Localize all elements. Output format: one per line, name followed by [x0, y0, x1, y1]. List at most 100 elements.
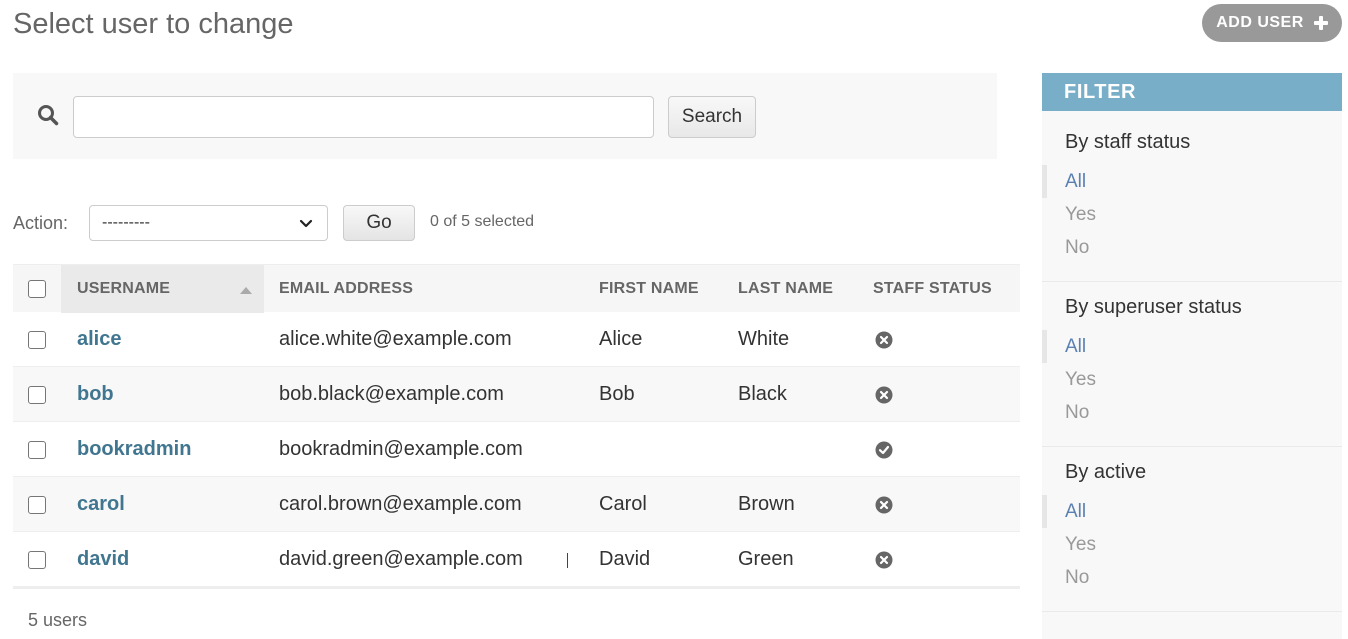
filter-option-no[interactable]: No	[1042, 561, 1342, 594]
last-name: Brown	[738, 493, 795, 515]
username-link-cell: david	[77, 532, 129, 587]
table-row: bob bob.black@example.com Bob Black	[13, 367, 1020, 422]
email-address: david.green@example.com	[279, 548, 523, 570]
column-header-staff-status[interactable]: STAFF STATUS	[873, 265, 992, 313]
sort-asc-icon[interactable]	[240, 287, 252, 294]
search-input[interactable]	[73, 96, 654, 138]
row-checkbox[interactable]	[28, 550, 46, 569]
action-label: Action:	[13, 212, 69, 233]
search-toolbar: Search	[13, 73, 997, 159]
table-body: alice alice.white@example.com Alice White bo…	[13, 312, 1020, 587]
column-label: EMAIL ADDRESS	[279, 280, 414, 297]
username-link-cell: bookradmin	[77, 422, 191, 477]
first-name: Bob	[599, 383, 635, 405]
email-address: bob.black@example.com	[279, 383, 504, 405]
add-user-button[interactable]: ADD USER	[1202, 4, 1342, 42]
filter-option-no[interactable]: No	[1042, 231, 1342, 264]
row-select-cell	[13, 312, 61, 367]
page-title: Select user to change	[13, 8, 294, 40]
first-name: Alice	[599, 328, 643, 350]
last-name-cell: Brown	[738, 477, 795, 532]
staff-status-cell	[875, 367, 893, 422]
first-name: Carol	[599, 493, 647, 515]
username-link[interactable]: bob	[77, 383, 114, 406]
row-checkbox[interactable]	[28, 495, 46, 514]
action-select[interactable]: ---------	[89, 205, 328, 241]
row-checkbox[interactable]	[28, 440, 46, 459]
filter-option-all[interactable]: All	[1042, 495, 1342, 528]
username-link-cell: bob	[77, 367, 114, 422]
text-cursor-mark	[567, 553, 568, 568]
filter-sections: By staff status All Yes No By superuser stat…	[1042, 111, 1342, 612]
table-divider	[13, 587, 1020, 589]
filter-option-yes[interactable]: Yes	[1042, 363, 1342, 396]
filter-section: By superuser status All Yes No	[1042, 282, 1342, 447]
column-header-last-name[interactable]: LAST NAME	[738, 265, 833, 313]
row-checkbox[interactable]	[28, 330, 46, 349]
filter-option-yes[interactable]: Yes	[1042, 528, 1342, 561]
column-label: STAFF STATUS	[873, 280, 992, 297]
staff-status-cell	[875, 312, 893, 367]
add-user-label: ADD USER	[1216, 14, 1304, 31]
plus-icon	[1313, 16, 1328, 30]
email-address: bookradmin@example.com	[279, 438, 523, 460]
table-row: carol carol.brown@example.com Carol Brown	[13, 477, 1020, 532]
username-link[interactable]: bookradmin	[77, 438, 191, 461]
staff-status-cell	[875, 477, 893, 532]
first-name: David	[599, 548, 651, 570]
username-link-cell: carol	[77, 477, 125, 532]
table-row: alice alice.white@example.com Alice White	[13, 312, 1020, 367]
filter-option-all[interactable]: All	[1042, 330, 1342, 363]
first-name-cell: David	[599, 532, 650, 587]
last-name: Green	[738, 548, 794, 570]
x-circle-icon	[875, 331, 893, 348]
first-name-cell: Bob	[599, 367, 635, 422]
email-address-cell: bob.black@example.com	[279, 367, 504, 422]
email-address-cell: alice.white@example.com	[279, 312, 512, 367]
filter-section: By active All Yes No	[1042, 447, 1342, 612]
email-address: alice.white@example.com	[279, 328, 512, 350]
table-row: david david.green@example.com David Green	[13, 532, 1020, 587]
chevron-down-icon	[299, 219, 313, 228]
table-header: USERNAME EMAIL ADDRESS FIRST NAME LAST N…	[13, 264, 1020, 313]
filter-sidebar: FILTER By staff status All Yes No By superus…	[1042, 73, 1342, 639]
email-address-cell: carol.brown@example.com	[279, 477, 522, 532]
filter-option-yes[interactable]: Yes	[1042, 198, 1342, 231]
search-icon	[38, 105, 59, 126]
column-label: FIRST NAME	[599, 280, 699, 297]
username-link[interactable]: david	[77, 548, 129, 571]
filter-option-no[interactable]: No	[1042, 396, 1342, 429]
row-checkbox[interactable]	[28, 385, 46, 404]
last-name-cell: White	[738, 312, 789, 367]
first-name-cell: Carol	[599, 477, 647, 532]
filter-heading: By active	[1065, 461, 1147, 483]
filter-title: FILTER	[1042, 73, 1342, 111]
result-count: 5 users	[28, 610, 88, 630]
results-table: USERNAME EMAIL ADDRESS FIRST NAME LAST N…	[13, 264, 1020, 589]
username-link-cell: alice	[77, 312, 121, 367]
staff-status-cell	[875, 532, 893, 587]
row-select-cell	[13, 532, 61, 587]
email-address-cell: bookradmin@example.com	[279, 422, 523, 477]
column-header-email[interactable]: EMAIL ADDRESS	[279, 265, 413, 313]
filter-option-all[interactable]: All	[1042, 165, 1342, 198]
last-name-cell: Black	[738, 367, 787, 422]
go-button[interactable]: Go	[343, 205, 415, 241]
column-header-username[interactable]: USERNAME	[61, 265, 264, 313]
search-button[interactable]: Search	[668, 96, 756, 138]
column-header-first-name[interactable]: FIRST NAME	[599, 265, 699, 313]
first-name-cell: Alice	[599, 312, 642, 367]
table-row: bookradmin bookradmin@example.com	[13, 422, 1020, 477]
email-address: carol.brown@example.com	[279, 493, 522, 515]
column-label: USERNAME	[77, 280, 171, 297]
filter-section: By staff status All Yes No	[1042, 111, 1342, 282]
email-address-cell: david.green@example.com	[279, 532, 523, 587]
username-link[interactable]: alice	[77, 328, 121, 351]
last-name: White	[738, 328, 790, 350]
username-link[interactable]: carol	[77, 493, 125, 516]
filter-heading: By superuser status	[1065, 296, 1242, 318]
action-select-value: ---------	[102, 214, 150, 231]
x-circle-icon	[875, 551, 893, 568]
filter-heading: By staff status	[1065, 131, 1191, 153]
select-all-checkbox[interactable]	[28, 280, 46, 298]
